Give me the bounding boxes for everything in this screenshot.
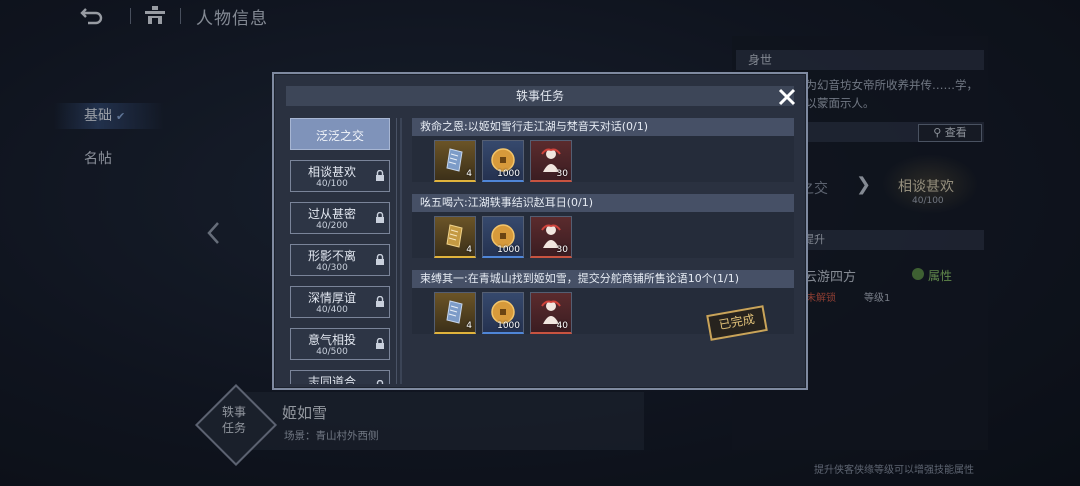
reward-item[interactable]: 30 (530, 216, 572, 258)
relation-count: 40/200 (316, 221, 348, 231)
anecdote-modal: 轶事任务 泛泛之交 相谈甚欢 40/100 过从甚密 40/200 形影不离 4… (272, 72, 808, 390)
relation-tab-1[interactable]: 相谈甚欢 40/100 (290, 160, 390, 192)
relation-tab-6[interactable]: 志同道合 (290, 370, 390, 384)
reward-item[interactable]: 1000 (482, 140, 524, 182)
completed-stamp: 已完成 (706, 305, 768, 341)
relation-count: 40/100 (316, 179, 348, 189)
relation-name: 志同道合 (307, 375, 356, 384)
relation-name: 过从甚密 (307, 207, 356, 221)
relation-name: 形影不离 (307, 249, 356, 263)
reward-item[interactable]: 40 (530, 292, 572, 334)
relation-tab-2[interactable]: 过从甚密 40/200 (290, 202, 390, 234)
relation-name: 相谈甚欢 (307, 165, 356, 179)
relation-count: 40/400 (316, 305, 348, 315)
relation-list: 泛泛之交 相谈甚欢 40/100 过从甚密 40/200 形影不离 40/300… (288, 118, 397, 384)
reward-item[interactable]: 1000 (482, 292, 524, 334)
task-title: 束缚其一:在青城山找到姬如雪，提交分舵商铺所售论语10个(1/1) (412, 270, 794, 288)
reward-item[interactable]: 4 (434, 140, 476, 182)
reward-qty: 1000 (497, 245, 520, 255)
reward-qty: 30 (556, 245, 568, 255)
reward-item[interactable]: 4 (434, 292, 476, 334)
close-icon[interactable] (776, 86, 798, 108)
task-rewards: 4 1000 30 (412, 136, 794, 182)
scroll-icon (446, 148, 463, 172)
relation-list-scrollbar[interactable] (400, 118, 402, 384)
reward-qty: 1000 (497, 321, 520, 331)
task-title: 吆五喝六:江湖轶事结识赵耳日(0/1) (412, 194, 794, 212)
lock-icon (376, 338, 384, 349)
relation-count: 40/300 (316, 263, 348, 273)
relation-tab-3[interactable]: 形影不离 40/300 (290, 244, 390, 276)
lock-icon (376, 212, 384, 223)
relation-name: 意气相投 (307, 333, 356, 347)
reward-qty: 4 (466, 321, 472, 331)
task-rewards: 4 1000 30 (412, 212, 794, 258)
scroll-icon (446, 224, 463, 248)
relation-name: 深情厚谊 (307, 291, 356, 305)
relation-count: 40/500 (316, 347, 348, 357)
lock-icon (376, 296, 384, 307)
reward-qty: 40 (556, 321, 568, 331)
reward-qty: 4 (466, 245, 472, 255)
relation-tab-5[interactable]: 意气相投 40/500 (290, 328, 390, 360)
lock-icon (376, 380, 384, 384)
modal-title: 轶事任务 (286, 86, 794, 106)
reward-qty: 1000 (497, 169, 520, 179)
reward-item[interactable]: 4 (434, 216, 476, 258)
relation-tab-0[interactable]: 泛泛之交 (290, 118, 390, 150)
relation-name: 泛泛之交 (315, 129, 364, 143)
task-rewards: 4 1000 40 已完成 (412, 288, 794, 341)
task-title: 救命之恩:以姬如雪行走江湖与梵音天对话(0/1) (412, 118, 794, 136)
reward-item[interactable]: 1000 (482, 216, 524, 258)
relation-tab-4[interactable]: 深情厚谊 40/400 (290, 286, 390, 318)
reward-qty: 4 (466, 169, 472, 179)
reward-qty: 30 (556, 169, 568, 179)
scroll-icon (446, 300, 463, 324)
reward-item[interactable]: 30 (530, 140, 572, 182)
lock-icon (376, 170, 384, 181)
lock-icon (376, 254, 384, 265)
